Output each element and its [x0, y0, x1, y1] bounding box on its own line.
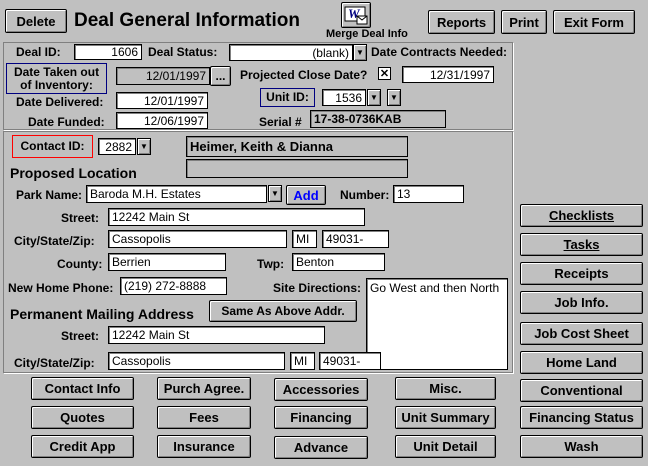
date-funded-label: Date Funded: [28, 115, 105, 129]
serial-field: 17-38-0736KAB [310, 110, 446, 128]
street-label: Street: [61, 211, 100, 225]
receipts-button[interactable]: Receipts [520, 262, 643, 285]
new-home-phone-label: New Home Phone: [8, 281, 114, 295]
advance-button[interactable]: Advance [274, 436, 368, 459]
deal-status-dropdown-icon[interactable]: ▼ [353, 44, 367, 61]
county-field[interactable]: Berrien [108, 253, 226, 271]
proposed-location-title: Proposed Location [10, 165, 137, 181]
mailing-address-title: Permanent Mailing Address [10, 306, 194, 322]
misc-button[interactable]: Misc. [395, 377, 496, 400]
print-button[interactable]: Print [501, 10, 547, 34]
date-contracts-label: Date Contracts Needed: [371, 45, 508, 59]
deal-id-field[interactable]: 1606 [74, 44, 142, 60]
twp-field[interactable]: Benton [292, 253, 385, 271]
street-field[interactable]: 12242 Main St [108, 208, 365, 226]
page-title: Deal General Information [74, 10, 300, 31]
contact-id-dropdown-icon[interactable]: ▼ [137, 138, 151, 155]
fees-button[interactable]: Fees [157, 406, 251, 429]
county-label: County: [57, 257, 103, 271]
date-funded-field[interactable]: 12/06/1997 [116, 112, 208, 129]
mailing-zip-field[interactable]: 49031- [319, 352, 381, 370]
date-taken-field: 12/01/1997 [116, 67, 210, 85]
merge-deal-info-label: Merge Deal Info [326, 28, 408, 40]
mailing-city-field[interactable]: Cassopolis [108, 352, 285, 370]
job-cost-sheet-button[interactable]: Job Cost Sheet [520, 322, 643, 345]
mailing-state-field[interactable]: MI [290, 352, 315, 370]
contact-name-field: Heimer, Keith & Dianna [186, 136, 408, 157]
city-state-zip-label: City/State/Zip: [14, 234, 95, 248]
insurance-button[interactable]: Insurance [157, 435, 251, 458]
date-delivered-label: Date Delivered: [16, 95, 104, 109]
deal-status-label: Deal Status: [148, 45, 218, 59]
deal-id-label: Deal ID: [16, 45, 61, 59]
date-taken-ellipsis-button[interactable]: ... [210, 66, 231, 86]
contact-info-button[interactable]: Contact Info [31, 377, 134, 400]
mailing-street-field[interactable]: 12242 Main St [108, 326, 325, 344]
quotes-button[interactable]: Quotes [31, 406, 134, 429]
projected-close-field[interactable]: 12/31/1997 [402, 66, 494, 83]
site-directions-label: Site Directions: [273, 281, 362, 295]
city-field[interactable]: Cassopolis [108, 230, 287, 248]
add-park-button[interactable]: Add [286, 185, 326, 205]
contact-id-field[interactable]: 2882 [98, 138, 136, 155]
zip-field[interactable]: 49031- [322, 230, 389, 248]
number-label: Number: [340, 188, 390, 202]
unit-detail-button[interactable]: Unit Detail [395, 435, 496, 458]
unit-id-dropdown-icon[interactable]: ▼ [367, 89, 381, 106]
date-delivered-field[interactable]: 12/01/1997 [116, 92, 208, 109]
mailing-city-state-zip-label: City/State/Zip: [14, 356, 95, 370]
projected-close-label: Projected Close Date? [240, 68, 368, 82]
serial-label: Serial # [259, 115, 302, 129]
projected-close-checkbox[interactable]: ✕ [378, 67, 391, 80]
wash-button[interactable]: Wash [520, 435, 643, 458]
accessories-button[interactable]: Accessories [274, 378, 368, 401]
merge-deal-info-button[interactable]: W [341, 2, 371, 28]
job-info-button[interactable]: Job Info. [520, 291, 643, 314]
deal-status-select[interactable]: (blank) [229, 44, 353, 61]
park-name-dropdown-icon[interactable]: ▼ [268, 185, 282, 202]
unit-id-field[interactable]: 1536 [322, 89, 366, 106]
merge-icon: W [344, 6, 368, 25]
reports-button[interactable]: Reports [428, 10, 495, 34]
park-name-select[interactable]: Baroda M.H. Estates [86, 185, 267, 203]
unit-id-nav-icon[interactable]: ▼ [387, 89, 401, 106]
number-field[interactable]: 13 [393, 185, 464, 203]
unit-summary-button[interactable]: Unit Summary [395, 406, 496, 429]
date-taken-label: Date Taken out of Inventory: [6, 63, 107, 94]
new-home-phone-field[interactable]: (219) 272-8888 [120, 277, 227, 295]
same-as-above-button[interactable]: Same As Above Addr. [209, 300, 357, 322]
park-name-label: Park Name: [16, 188, 83, 202]
delete-button[interactable]: Delete [5, 9, 67, 33]
checklists-button[interactable]: Checklists [520, 204, 643, 227]
contact-id-label: Contact ID: [12, 135, 93, 158]
state-field[interactable]: MI [292, 230, 317, 248]
exit-form-button[interactable]: Exit Form [553, 10, 635, 34]
contact-name2-field [186, 159, 408, 178]
conventional-button[interactable]: Conventional [520, 379, 643, 402]
home-land-button[interactable]: Home Land [520, 351, 643, 374]
mailing-street-label: Street: [61, 329, 100, 343]
tasks-button[interactable]: Tasks [520, 233, 643, 256]
twp-label: Twp: [257, 257, 285, 271]
credit-app-button[interactable]: Credit App [31, 435, 134, 458]
site-directions-field[interactable]: Go West and then North [366, 278, 508, 370]
unit-id-label: Unit ID: [260, 88, 315, 107]
financing-status-button[interactable]: Financing Status [520, 406, 643, 429]
purch-agree-button[interactable]: Purch Agree. [157, 377, 251, 400]
financing-button[interactable]: Financing [274, 406, 368, 429]
